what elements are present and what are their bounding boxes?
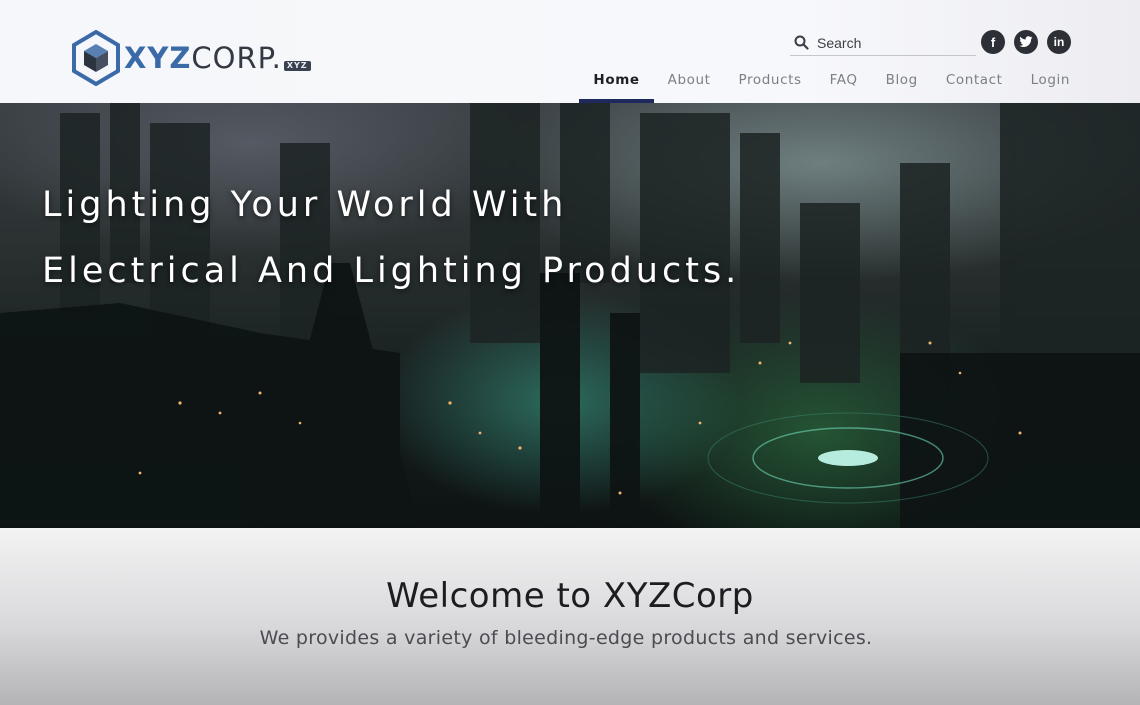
hero-headline-line1: Lighting Your World With: [42, 185, 568, 225]
logo[interactable]: XYZCORP. XYZ: [70, 30, 340, 86]
nav-login[interactable]: Login: [1017, 66, 1084, 103]
nav-faq[interactable]: FAQ: [816, 66, 872, 103]
nav-contact[interactable]: Contact: [932, 66, 1017, 103]
site-header: XYZCORP.XYZ f in Home About Products FAQ…: [0, 0, 1140, 103]
main-nav: Home About Products FAQ Blog Contact Log…: [579, 66, 1084, 103]
nav-products[interactable]: Products: [725, 66, 816, 103]
logo-cube-icon: [72, 30, 120, 86]
welcome-section: Welcome to XYZCorp We provides a variety…: [0, 528, 1140, 705]
social-links: f in: [981, 30, 1071, 54]
nav-home[interactable]: Home: [579, 66, 654, 103]
search-icon: [794, 35, 809, 50]
welcome-subtitle: We provides a variety of bleeding-edge p…: [259, 627, 873, 649]
hero-headline-line2: Electrical And Lighting Products.: [42, 251, 741, 291]
logo-wordmark: XYZCORP. XYZ: [124, 43, 311, 73]
facebook-icon[interactable]: f: [981, 30, 1005, 54]
search-input[interactable]: [817, 34, 967, 51]
hero-city-image: [0, 103, 1140, 528]
nav-about[interactable]: About: [654, 66, 725, 103]
twitter-icon[interactable]: [1014, 30, 1038, 54]
welcome-title: Welcome to XYZCorp: [386, 576, 754, 616]
linkedin-icon[interactable]: in: [1047, 30, 1071, 54]
hero-banner: Lighting Your World With Electrical And …: [0, 103, 1140, 528]
search-box[interactable]: [790, 30, 976, 56]
nav-blog[interactable]: Blog: [872, 66, 932, 103]
